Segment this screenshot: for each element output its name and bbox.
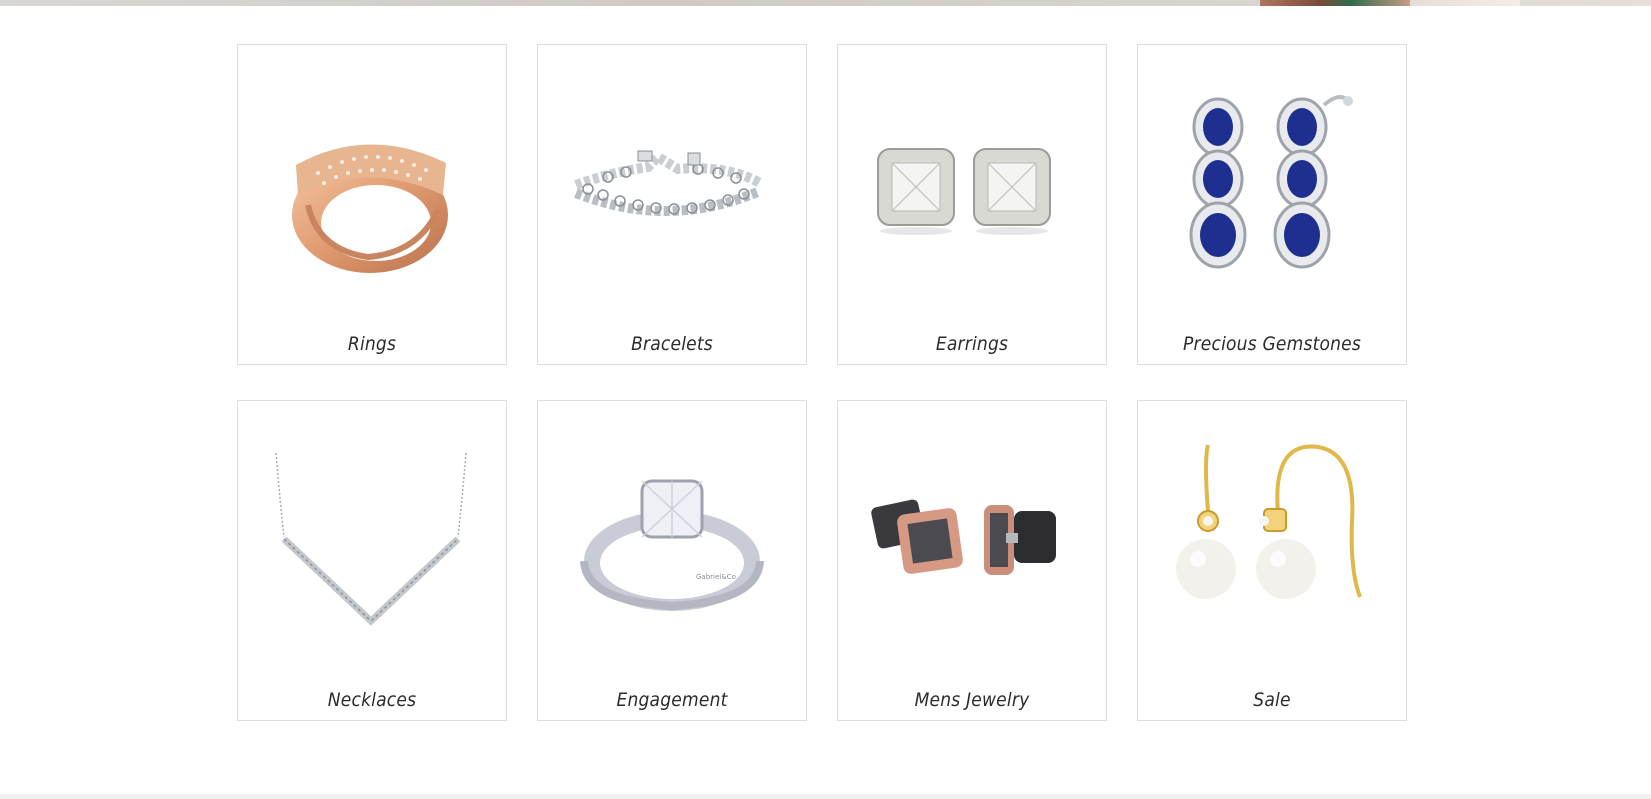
- category-label: Sale: [1253, 689, 1291, 711]
- hero-banner-accent-light: [1410, 0, 1520, 6]
- category-tile-mens-jewelry[interactable]: Mens Jewelry: [837, 400, 1107, 721]
- category-tile-engagement[interactable]: Gabriel&Co Engagement: [537, 400, 807, 721]
- earrings-icon: [877, 148, 1051, 235]
- category-label: Earrings: [935, 333, 1009, 355]
- engagement-ring-icon: Gabriel&Co: [580, 479, 764, 611]
- svg-text:Gabriel&Co: Gabriel&Co: [696, 573, 736, 581]
- category-tile-necklaces[interactable]: Necklaces: [237, 400, 507, 721]
- category-tile-sale[interactable]: Sale: [1137, 400, 1407, 721]
- ring-icon: [292, 144, 448, 273]
- footer-edge: [0, 794, 1651, 799]
- category-grid: Rings Bracelets Earrings Precious Gemsto…: [237, 44, 1407, 721]
- category-label: Necklaces: [327, 689, 417, 711]
- category-label: Rings: [347, 333, 397, 355]
- hero-banner-edge: [0, 0, 1651, 6]
- category-label: Bracelets: [631, 333, 713, 355]
- hero-banner-accent: [1260, 0, 1410, 6]
- category-label: Mens Jewelry: [914, 689, 1030, 711]
- pearl-earrings-icon: [1176, 444, 1362, 599]
- category-label: Engagement: [616, 689, 728, 711]
- bracelet-icon: [574, 150, 763, 216]
- category-tile-rings[interactable]: Rings: [237, 44, 507, 365]
- cufflinks-icon: [871, 499, 1056, 575]
- category-tile-bracelets[interactable]: Bracelets: [537, 44, 807, 365]
- category-tile-precious-gemstones[interactable]: Precious Gemstones: [1137, 44, 1407, 365]
- category-label: Precious Gemstones: [1183, 333, 1361, 355]
- necklace-icon: [275, 452, 467, 626]
- category-tile-earrings[interactable]: Earrings: [837, 44, 1107, 365]
- gemstone-earrings-icon: [1189, 95, 1353, 269]
